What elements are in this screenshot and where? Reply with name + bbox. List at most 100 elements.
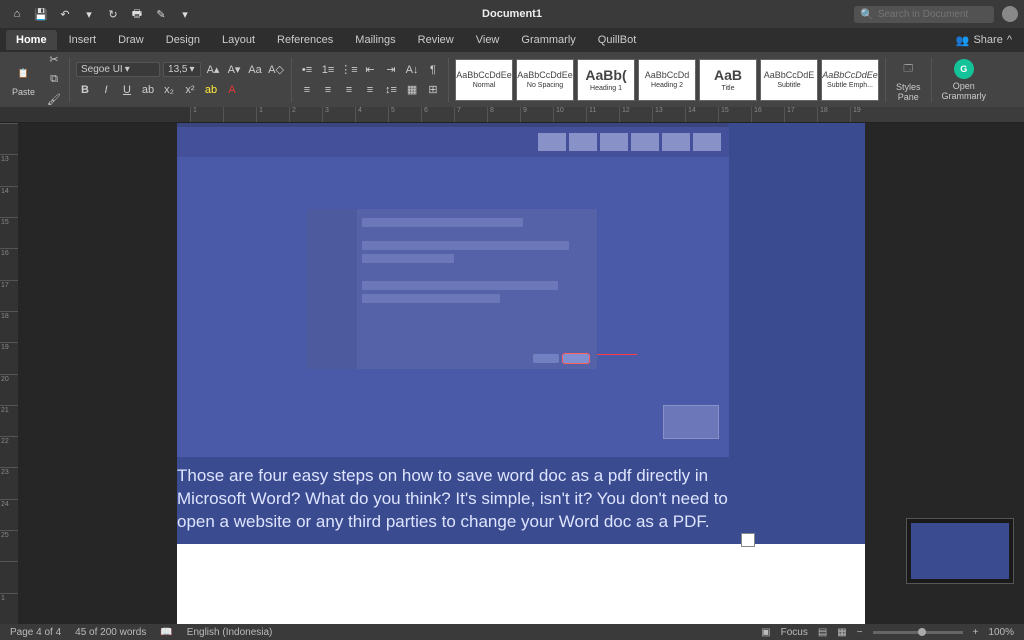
align-right-icon[interactable]: ≡: [340, 81, 358, 99]
subscript-button[interactable]: x₂: [160, 81, 178, 99]
print-icon[interactable]: 🖶: [130, 7, 144, 21]
styles-gallery: AaBbCcDdEeNormal AaBbCcDdEeNo Spacing Aa…: [455, 59, 879, 101]
ruler-vertical[interactable]: 131415161718192021222324251: [0, 123, 18, 624]
superscript-button[interactable]: x²: [181, 81, 199, 99]
style-title[interactable]: AaBTitle: [699, 59, 757, 101]
style-subtle-emph[interactable]: AaBbCcDdEeSubtle Emph...: [821, 59, 879, 101]
page: Those are four easy steps on how to save…: [177, 123, 865, 624]
bold-button[interactable]: B: [76, 81, 94, 99]
font-color-button[interactable]: A: [223, 81, 241, 99]
highlight-button[interactable]: ab: [202, 81, 220, 99]
indent-right-icon[interactable]: ⇥: [382, 61, 400, 79]
font-size-dropdown[interactable]: 13,5▾: [163, 62, 201, 77]
language-indicator[interactable]: English (Indonesia): [187, 627, 273, 638]
format-painter-icon[interactable]: 🖌: [45, 91, 63, 109]
font-size-value: 13,5: [168, 64, 187, 75]
styles-pane-icon: 🗔: [897, 58, 919, 80]
zoom-value[interactable]: 100%: [988, 627, 1014, 638]
document-title: Document1: [482, 8, 542, 20]
clear-format-icon[interactable]: A◇: [267, 61, 285, 79]
underline-button[interactable]: U: [118, 81, 136, 99]
ribbon: 📋 Paste ✂ ⧉ 🖌 Segoe UI▾ 13,5▾ A▴ A▾ Aa A…: [0, 52, 1024, 107]
redo-icon[interactable]: ↻: [106, 7, 120, 21]
strike-button[interactable]: ab: [139, 81, 157, 99]
grammarly-label: Open Grammarly: [942, 81, 987, 101]
align-center-icon[interactable]: ≡: [319, 81, 337, 99]
user-avatar[interactable]: [1002, 6, 1018, 22]
style-normal[interactable]: AaBbCcDdEeNormal: [455, 59, 513, 101]
search-input[interactable]: [878, 9, 988, 20]
focus-icon[interactable]: ▣: [761, 627, 770, 638]
navigation-thumbnail[interactable]: [906, 518, 1014, 584]
search-box[interactable]: 🔍: [854, 6, 994, 23]
mini-export-button: [563, 354, 589, 363]
tab-insert[interactable]: Insert: [59, 30, 107, 50]
paste-label: Paste: [12, 87, 35, 97]
style-no-spacing[interactable]: AaBbCcDdEeNo Spacing: [516, 59, 574, 101]
chevron-down-icon: ▾: [189, 64, 194, 75]
spellcheck-icon[interactable]: 📖: [160, 627, 172, 638]
document-canvas[interactable]: Those are four easy steps on how to save…: [18, 123, 1024, 624]
word-count[interactable]: 45 of 200 words: [75, 627, 146, 638]
indent-left-icon[interactable]: ⇤: [361, 61, 379, 79]
copy-icon[interactable]: ⧉: [45, 71, 63, 89]
font-name-dropdown[interactable]: Segoe UI▾: [76, 62, 160, 77]
styles-pane-button[interactable]: 🗔 Styles Pane: [892, 56, 925, 104]
style-subtitle[interactable]: AaBbCcDdESubtitle: [760, 59, 818, 101]
status-bar: Page 4 of 4 45 of 200 words 📖 English (I…: [0, 624, 1024, 640]
ribbon-tabs: Home Insert Draw Design Layout Reference…: [0, 28, 1024, 52]
increase-font-icon[interactable]: A▴: [204, 61, 222, 79]
search-icon: 🔍: [860, 8, 874, 21]
tab-grammarly[interactable]: Grammarly: [511, 30, 585, 50]
style-heading2[interactable]: AaBbCcDdHeading 2: [638, 59, 696, 101]
borders-icon[interactable]: ⊞: [424, 81, 442, 99]
cut-icon[interactable]: ✂: [45, 51, 63, 69]
numbering-icon[interactable]: 1≡: [319, 61, 337, 79]
tab-draw[interactable]: Draw: [108, 30, 154, 50]
tab-home[interactable]: Home: [6, 30, 57, 50]
style-heading1[interactable]: AaBb(Heading 1: [577, 59, 635, 101]
paste-options-icon[interactable]: [741, 533, 755, 547]
collapse-ribbon-icon[interactable]: ^: [1007, 34, 1012, 46]
ruler-horizontal[interactable]: 112345678910111213141516171819: [0, 107, 1024, 123]
embedded-screenshot[interactable]: [177, 123, 729, 457]
undo-dd-icon[interactable]: ▾: [82, 7, 96, 21]
justify-icon[interactable]: ≡: [361, 81, 379, 99]
show-marks-icon[interactable]: ¶: [424, 61, 442, 79]
tab-mailings[interactable]: Mailings: [345, 30, 405, 50]
grammarly-icon: G: [954, 59, 974, 79]
bullets-icon[interactable]: •≡: [298, 61, 316, 79]
tab-review[interactable]: Review: [408, 30, 464, 50]
undo-icon[interactable]: ↶: [58, 7, 72, 21]
zoom-slider[interactable]: [873, 631, 963, 634]
change-case-icon[interactable]: Aa: [246, 61, 264, 79]
view-web-icon[interactable]: ▦: [837, 627, 846, 638]
sort-icon[interactable]: A↓: [403, 61, 421, 79]
tab-references[interactable]: References: [267, 30, 343, 50]
shading-icon[interactable]: ▦: [403, 81, 421, 99]
tab-layout[interactable]: Layout: [212, 30, 265, 50]
view-print-icon[interactable]: ▤: [818, 627, 827, 638]
decrease-font-icon[interactable]: A▾: [225, 61, 243, 79]
styles-pane-label: Styles Pane: [896, 82, 921, 102]
qat-more-icon[interactable]: ▾: [178, 7, 192, 21]
italic-button[interactable]: I: [97, 81, 115, 99]
page-indicator[interactable]: Page 4 of 4: [10, 627, 61, 638]
zoom-out-icon[interactable]: −: [857, 627, 863, 638]
save-icon[interactable]: 💾: [34, 7, 48, 21]
home-icon[interactable]: ⌂: [10, 7, 24, 21]
document-body-text[interactable]: Those are four easy steps on how to save…: [177, 465, 729, 544]
clipboard-icon: 📋: [13, 63, 35, 85]
brush-icon[interactable]: ✎: [154, 7, 168, 21]
align-left-icon[interactable]: ≡: [298, 81, 316, 99]
multilevel-icon[interactable]: ⋮≡: [340, 61, 358, 79]
zoom-in-icon[interactable]: +: [973, 627, 979, 638]
paste-button[interactable]: 📋 Paste: [8, 61, 39, 99]
tab-design[interactable]: Design: [156, 30, 210, 50]
tab-quillbot[interactable]: QuillBot: [588, 30, 647, 50]
tab-view[interactable]: View: [466, 30, 510, 50]
share-button[interactable]: Share: [973, 34, 1002, 46]
open-grammarly-button[interactable]: G Open Grammarly: [938, 57, 991, 103]
focus-label[interactable]: Focus: [781, 627, 808, 638]
line-spacing-icon[interactable]: ↕≡: [382, 81, 400, 99]
